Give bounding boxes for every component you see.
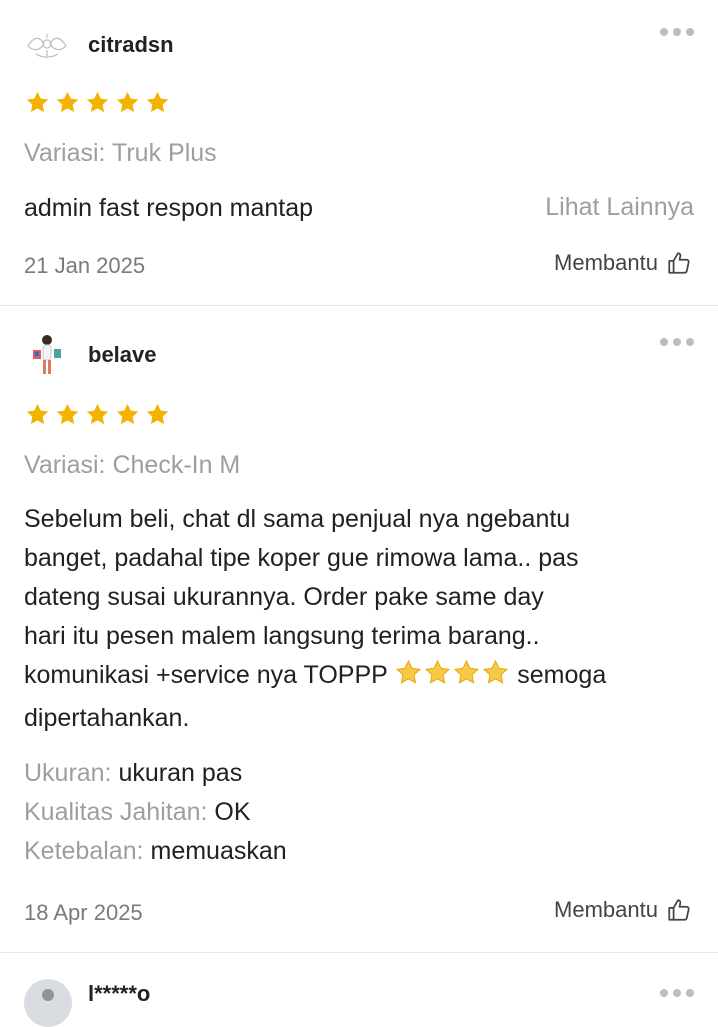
star-emoji-icon xyxy=(423,658,452,699)
attribute-row: Ukuran: ukuran pas xyxy=(24,754,287,793)
review-text: Sebelum beli, chat dl sama penjual nya n… xyxy=(24,500,696,738)
thumbs-up-icon xyxy=(666,897,692,923)
review-text-line: dipertahankan. xyxy=(24,704,190,732)
username[interactable]: belave xyxy=(88,342,157,368)
helpful-label: Membantu xyxy=(554,897,658,922)
review-text-line: banget, padahal tipe koper gue rimowa la… xyxy=(24,544,579,572)
more-options-icon[interactable] xyxy=(660,989,694,997)
helpful-label: Membantu xyxy=(554,250,658,275)
star-icon xyxy=(144,401,171,428)
star-icon xyxy=(24,89,51,116)
review-text-line: komunikasi +service nya TOPPP semoga xyxy=(24,656,696,699)
review-header: belave xyxy=(24,328,694,376)
review-card: belave Variasi: Check-In M Sebelum beli,… xyxy=(0,306,718,952)
variant-label: Variasi: Check-In M xyxy=(24,451,241,479)
avatar[interactable] xyxy=(24,332,70,378)
star-icon xyxy=(84,89,111,116)
star-rating xyxy=(24,89,171,116)
shopping-girl-avatar-icon xyxy=(33,335,61,374)
avatar[interactable] xyxy=(24,22,70,68)
review-header: citradsn xyxy=(24,18,694,66)
star-rating xyxy=(24,401,171,428)
helpful-button[interactable]: Membantu xyxy=(554,897,692,923)
review-text-segment: komunikasi +service nya TOPPP xyxy=(24,661,388,689)
attribute-value: OK xyxy=(214,798,251,826)
username[interactable]: l*****o xyxy=(88,981,150,1007)
attribute-label: Kualitas Jahitan: xyxy=(24,798,208,826)
helpful-button[interactable]: Membantu xyxy=(554,250,692,276)
attribute-value: ukuran pas xyxy=(118,759,243,787)
review-card: l*****o xyxy=(0,953,718,1027)
star-emoji-icon xyxy=(481,658,510,699)
variant-label: Variasi: Truk Plus xyxy=(24,139,217,167)
attribute-row: Ketebalan: memuaskan xyxy=(24,832,287,871)
review-attributes: Ukuran: ukuran pas Kualitas Jahitan: OK … xyxy=(24,754,287,871)
review-text-line: Sebelum beli, chat dl sama penjual nya n… xyxy=(24,505,571,533)
star-icon xyxy=(114,401,141,428)
attribute-label: Ukuran: xyxy=(24,759,112,787)
review-date: 21 Jan 2025 xyxy=(24,253,146,278)
attribute-row: Kualitas Jahitan: OK xyxy=(24,793,287,832)
star-icon xyxy=(144,89,171,116)
review-text-line: hari itu pesen malem langsung terima bar… xyxy=(24,622,540,650)
review-text-segment: semoga xyxy=(517,661,607,689)
star-icon xyxy=(54,89,81,116)
attribute-label: Ketebalan: xyxy=(24,837,144,865)
avatar[interactable] xyxy=(24,979,72,1027)
star-icon xyxy=(114,89,141,116)
more-options-icon[interactable] xyxy=(660,28,694,36)
ornament-avatar-icon xyxy=(27,34,67,58)
see-more-link[interactable]: Lihat Lainnya xyxy=(545,193,694,222)
star-icon xyxy=(24,401,51,428)
star-emoji-icon xyxy=(394,658,423,699)
review-card: citradsn Variasi: Truk Plus admin fast r… xyxy=(0,0,718,305)
star-icon xyxy=(84,401,111,428)
username[interactable]: citradsn xyxy=(88,32,174,58)
more-options-icon[interactable] xyxy=(660,338,694,346)
thumbs-up-icon xyxy=(666,250,692,276)
attribute-value: memuaskan xyxy=(150,837,287,865)
star-icon xyxy=(54,401,81,428)
review-date: 18 Apr 2025 xyxy=(24,900,143,925)
review-text-line: dateng susai ukurannya. Order pake same … xyxy=(24,583,544,611)
star-emoji-icon xyxy=(452,658,481,699)
